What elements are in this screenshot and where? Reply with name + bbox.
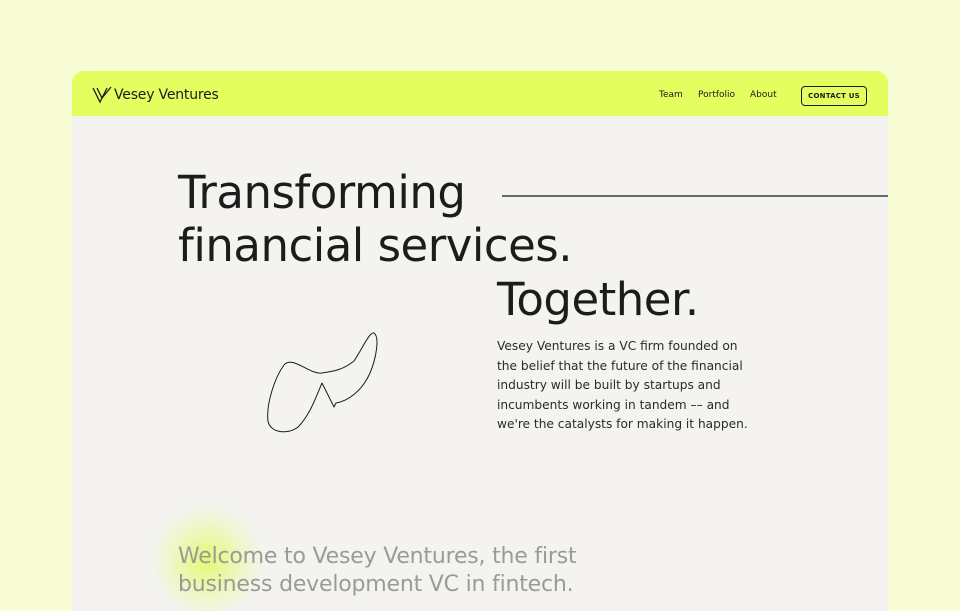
- hero-description: Vesey Ventures is a VC firm founded on t…: [497, 339, 748, 431]
- squiggle-line-icon: [267, 332, 378, 433]
- hero-heading-line-1: Transforming: [178, 166, 466, 219]
- nav-link-portfolio[interactable]: Portfolio: [698, 90, 735, 100]
- top-navbar: Vesey Ventures Team Portfolio About CONT…: [72, 71, 888, 116]
- nav-link-team[interactable]: Team: [659, 90, 683, 100]
- site-frame: Vesey Ventures Team Portfolio About CONT…: [72, 71, 888, 611]
- hero-heading-line-2: financial services.: [178, 219, 573, 272]
- hero-heading-line-3: Together.: [497, 273, 699, 326]
- brand-logo[interactable]: Vesey Ventures: [92, 85, 219, 105]
- v-monogram-icon: [92, 86, 112, 104]
- nav-link-about[interactable]: About: [750, 90, 777, 100]
- hero-divider: [502, 195, 888, 197]
- contact-us-button[interactable]: CONTACT US: [801, 86, 867, 106]
- welcome-heading: Welcome to Vesey Ventures, the first bus…: [178, 544, 577, 597]
- brand-name: Vesey Ventures: [114, 87, 219, 103]
